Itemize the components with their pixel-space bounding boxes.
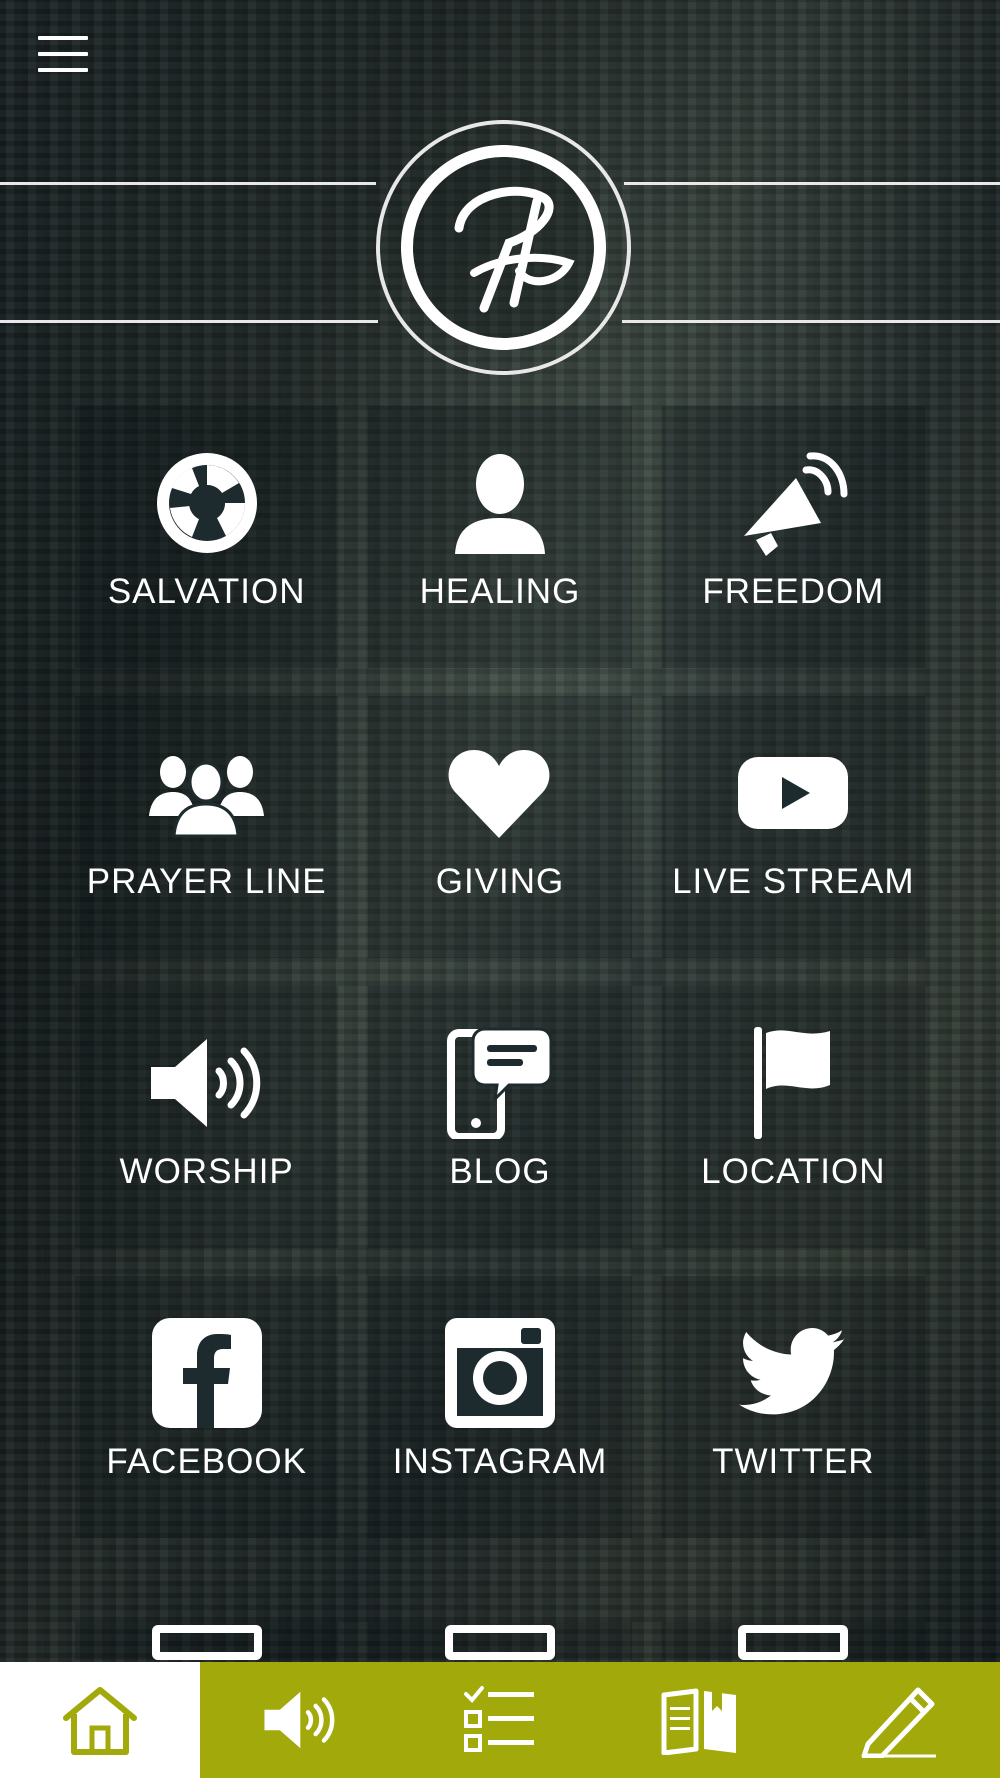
partial-tile-row [75, 1622, 925, 1660]
tile-instagram[interactable]: INSTAGRAM [368, 1276, 632, 1538]
tab-audio[interactable] [200, 1662, 400, 1778]
tile-partial-2[interactable] [368, 1622, 632, 1660]
tile-label: FREEDOM [702, 572, 885, 611]
tile-label: BLOG [449, 1152, 551, 1191]
group-icon [147, 738, 267, 848]
tile-prayer-line[interactable]: PRAYER LINE [75, 696, 339, 958]
tile-facebook[interactable]: FACEBOOK [75, 1276, 339, 1538]
tile-twitter[interactable]: TWITTER [661, 1276, 925, 1538]
tile-label: WORSHIP [119, 1152, 294, 1191]
phone-chat-icon [440, 1027, 560, 1139]
pencil-icon [861, 1687, 936, 1758]
partial-tile-icon [444, 1625, 555, 1660]
tile-salvation[interactable]: SALVATION [75, 406, 339, 668]
tile-label: SALVATION [107, 572, 306, 611]
tab-checklist[interactable] [400, 1662, 600, 1778]
tile-label: LOCATION [701, 1152, 886, 1191]
tile-worship[interactable]: WORSHIP [75, 986, 339, 1248]
book-icon [661, 1688, 736, 1755]
partial-tile-icon [738, 1625, 849, 1660]
tile-label: HEALING [419, 572, 581, 611]
tab-book[interactable] [600, 1662, 800, 1778]
flag-icon [733, 1027, 853, 1139]
twitter-icon [733, 1318, 853, 1428]
bottom-tab-bar [0, 1662, 1000, 1778]
tile-blog[interactable]: BLOG [368, 986, 632, 1248]
tile-label: PRAYER LINE [86, 862, 327, 901]
home-icon [63, 1687, 137, 1755]
speaker-icon [264, 1691, 335, 1749]
tile-partial-1[interactable] [75, 1622, 339, 1660]
instagram-icon [440, 1318, 560, 1428]
facebook-icon [147, 1318, 267, 1428]
tile-label: INSTAGRAM [392, 1442, 608, 1481]
tile-freedom[interactable]: FREEDOM [661, 406, 925, 668]
tile-label: GIVING [435, 862, 565, 901]
monogram-icon [454, 186, 575, 312]
youtube-icon [733, 738, 853, 848]
tile-live-stream[interactable]: LIVE STREAM [661, 696, 925, 958]
tile-label: TWITTER [712, 1442, 875, 1481]
tab-home[interactable] [0, 1662, 200, 1778]
logo-banner [0, 118, 1000, 378]
person-icon [440, 448, 560, 558]
tile-giving[interactable]: GIVING [368, 696, 632, 958]
speaker-icon [147, 1028, 267, 1138]
tile-label: FACEBOOK [106, 1442, 307, 1481]
hamburger-menu-icon[interactable] [38, 34, 88, 74]
tab-notes[interactable] [800, 1662, 1000, 1778]
tile-healing[interactable]: HEALING [368, 406, 632, 668]
lifebuoy-icon [147, 448, 267, 558]
tile-location[interactable]: LOCATION [661, 986, 925, 1248]
megaphone-icon [733, 448, 853, 558]
heart-icon [440, 738, 560, 848]
tile-label: LIVE STREAM [672, 862, 915, 901]
tile-partial-3[interactable] [661, 1622, 925, 1660]
partial-tile-icon [151, 1625, 262, 1660]
church-logo [376, 120, 631, 375]
menu-grid: SALVATION HEALING FREEDOM PRAYER LINE GI… [75, 406, 925, 1538]
checklist-icon [464, 1686, 534, 1752]
